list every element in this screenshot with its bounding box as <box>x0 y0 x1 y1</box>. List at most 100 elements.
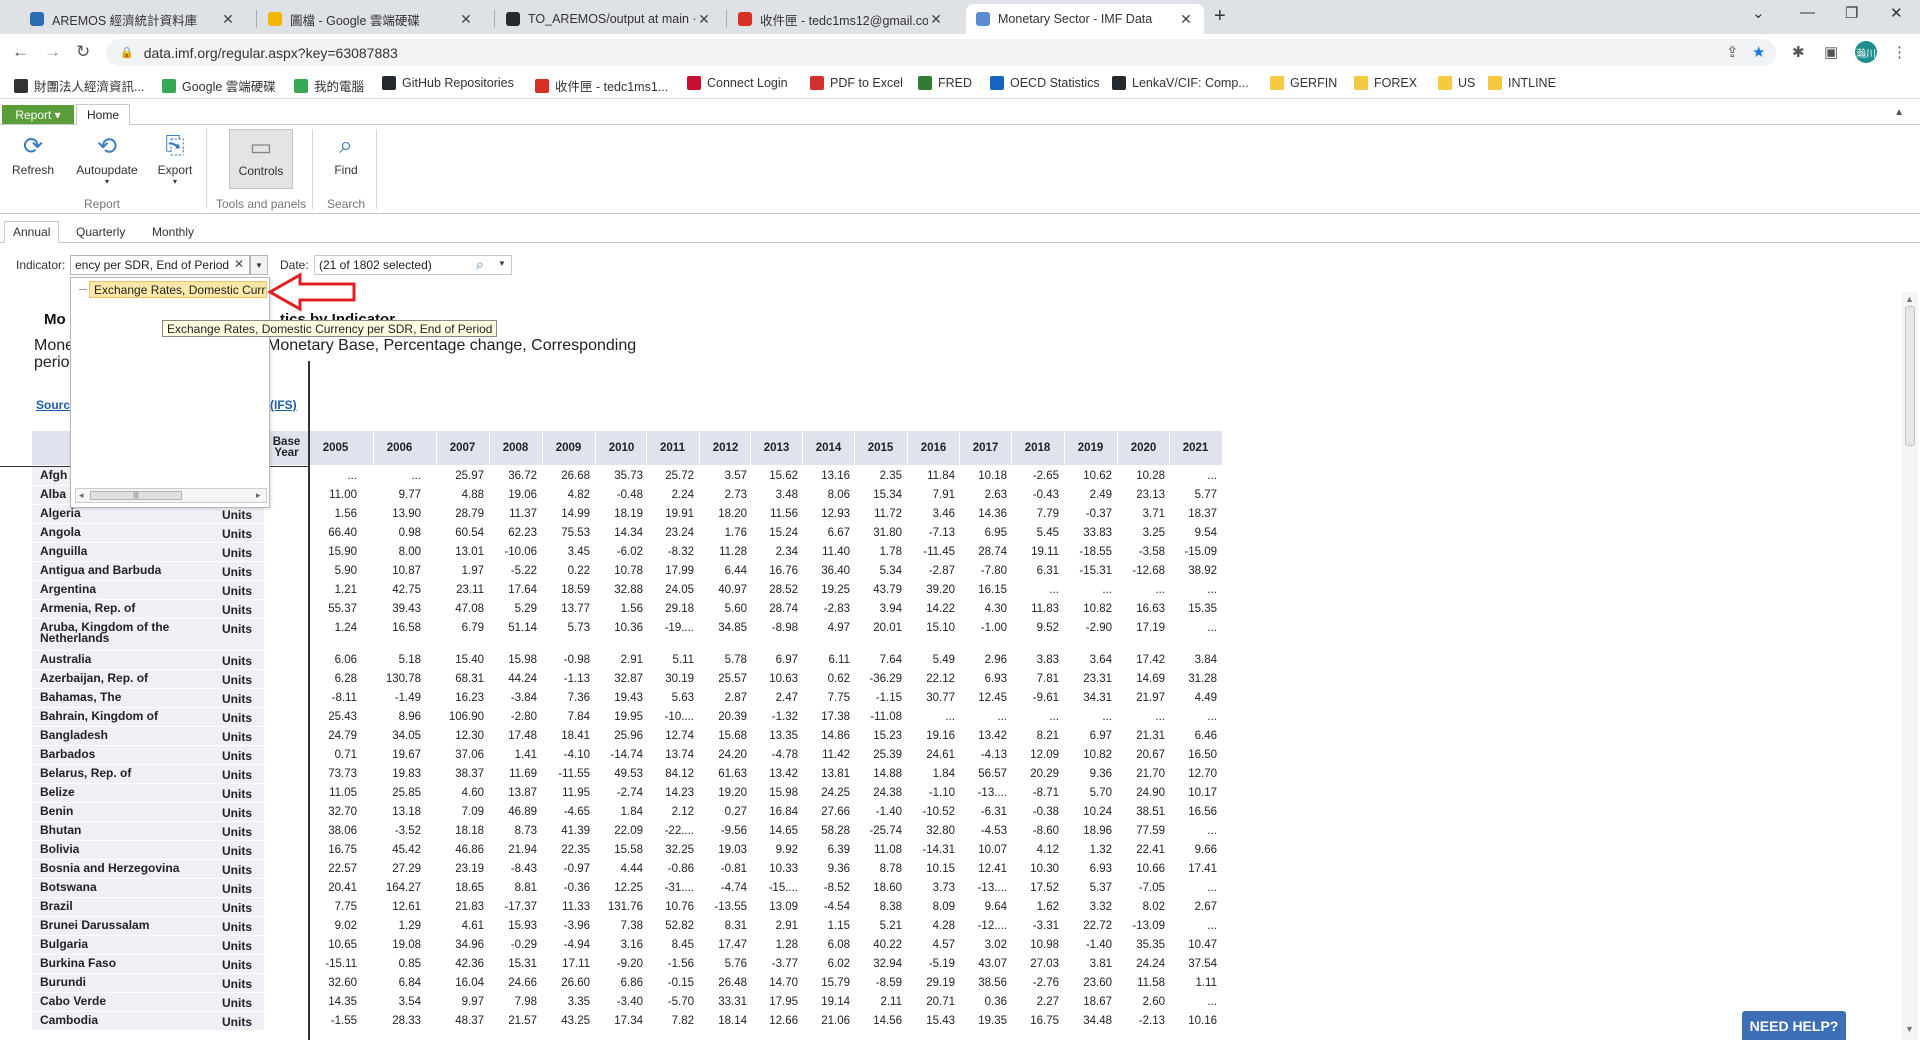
column-header-year[interactable]: 2005 <box>309 431 361 465</box>
bookmark-item[interactable]: LenkaV/CIF: Comp... <box>1112 76 1249 90</box>
scroll-down-icon[interactable]: ▼ <box>1905 1024 1914 1034</box>
value-cell[interactable]: 12.74 <box>646 730 694 742</box>
value-cell[interactable]: 35.73 <box>595 470 643 482</box>
value-cell[interactable]: 15.58 <box>595 844 643 856</box>
value-cell[interactable]: 43.07 <box>959 958 1007 970</box>
value-cell[interactable]: 1.32 <box>1064 844 1112 856</box>
tab-search-icon[interactable]: ⌄ <box>1752 4 1765 22</box>
country-name[interactable]: Bulgaria <box>40 938 215 950</box>
need-help-button[interactable]: NEED HELP? <box>1742 1011 1846 1040</box>
value-cell[interactable]: 20.71 <box>907 996 955 1008</box>
value-cell[interactable]: 22.72 <box>1064 920 1112 932</box>
value-cell[interactable]: 5.90 <box>309 565 357 577</box>
menu-icon[interactable]: ⋮ <box>1892 43 1907 61</box>
value-cell[interactable]: 24.79 <box>309 730 357 742</box>
value-cell[interactable]: 21.57 <box>489 1015 537 1027</box>
value-cell[interactable]: 7.38 <box>595 920 643 932</box>
value-cell[interactable]: 3.32 <box>1064 901 1112 913</box>
value-cell[interactable]: 6.02 <box>802 958 850 970</box>
value-cell[interactable]: 30.19 <box>646 673 694 685</box>
value-cell[interactable]: 43.79 <box>854 584 902 596</box>
value-cell[interactable]: 8.96 <box>373 711 421 723</box>
value-cell[interactable]: 3.46 <box>907 508 955 520</box>
bookmark-item[interactable]: PDF to Excel <box>810 76 903 90</box>
value-cell[interactable]: 16.84 <box>750 806 798 818</box>
bookmark-item[interactable]: US <box>1438 76 1475 90</box>
value-cell[interactable]: 40.97 <box>699 584 747 596</box>
value-cell[interactable]: -2.76 <box>1011 977 1059 989</box>
value-cell[interactable]: 5.11 <box>646 654 694 666</box>
column-header-year[interactable]: 2008 <box>489 431 541 465</box>
value-cell[interactable]: 36.40 <box>802 565 850 577</box>
value-cell[interactable]: 16.63 <box>1117 603 1165 615</box>
value-cell[interactable]: 18.65 <box>436 882 484 894</box>
value-cell[interactable]: 14.99 <box>542 508 590 520</box>
country-name[interactable]: Azerbaijan, Rep. of <box>40 672 215 684</box>
value-cell[interactable]: ... <box>1169 825 1217 837</box>
value-cell[interactable]: 7.09 <box>436 806 484 818</box>
value-cell[interactable]: 15.79 <box>802 977 850 989</box>
value-cell[interactable]: -4.13 <box>959 749 1007 761</box>
indicator-combobox[interactable]: ency per SDR, End of Period <box>70 255 250 275</box>
value-cell[interactable]: ... <box>1064 584 1112 596</box>
value-cell[interactable]: 3.94 <box>854 603 902 615</box>
value-cell[interactable]: 15.68 <box>699 730 747 742</box>
value-cell[interactable]: 15.98 <box>750 787 798 799</box>
value-cell[interactable]: 23.24 <box>646 527 694 539</box>
value-cell[interactable]: 0.62 <box>802 673 850 685</box>
value-cell[interactable]: 16.23 <box>436 692 484 704</box>
value-cell[interactable]: 32.80 <box>907 825 955 837</box>
value-cell[interactable]: 24.61 <box>907 749 955 761</box>
report-menu-button[interactable]: Report ▾ <box>2 105 74 124</box>
value-cell[interactable]: 0.27 <box>699 806 747 818</box>
value-cell[interactable]: 10.16 <box>1169 1015 1217 1027</box>
value-cell[interactable]: 18.96 <box>1064 825 1112 837</box>
value-cell[interactable]: -11.08 <box>854 711 902 723</box>
value-cell[interactable]: -15.31 <box>1064 565 1112 577</box>
value-cell[interactable]: 10.36 <box>595 622 643 634</box>
country-name[interactable]: Cambodia <box>40 1014 215 1026</box>
country-name[interactable]: Bahamas, The <box>40 691 215 703</box>
value-cell[interactable]: -2.80 <box>489 711 537 723</box>
value-cell[interactable]: 10.18 <box>959 470 1007 482</box>
value-cell[interactable]: 13.81 <box>802 768 850 780</box>
value-cell[interactable]: 4.82 <box>542 489 590 501</box>
value-cell[interactable]: 0.98 <box>373 527 421 539</box>
value-cell[interactable]: 13.87 <box>489 787 537 799</box>
value-cell[interactable]: 66.40 <box>309 527 357 539</box>
value-cell[interactable]: 28.52 <box>750 584 798 596</box>
value-cell[interactable]: 38.37 <box>436 768 484 780</box>
value-cell[interactable]: 1.84 <box>595 806 643 818</box>
value-cell[interactable]: 6.44 <box>699 565 747 577</box>
value-cell[interactable]: ... <box>959 711 1007 723</box>
value-cell[interactable]: 7.84 <box>542 711 590 723</box>
value-cell[interactable]: ... <box>1169 470 1217 482</box>
value-cell[interactable]: -11.55 <box>542 768 590 780</box>
value-cell[interactable]: 19.20 <box>699 787 747 799</box>
value-cell[interactable]: 21.70 <box>1117 768 1165 780</box>
value-cell[interactable]: 17.19 <box>1117 622 1165 634</box>
value-cell[interactable]: -8.60 <box>1011 825 1059 837</box>
value-cell[interactable]: -7.13 <box>907 527 955 539</box>
country-name[interactable]: Australia <box>40 653 215 665</box>
value-cell[interactable]: 11.58 <box>1117 977 1165 989</box>
value-cell[interactable]: -0.98 <box>542 654 590 666</box>
value-cell[interactable]: 29.19 <box>907 977 955 989</box>
value-cell[interactable]: -1.00 <box>959 622 1007 634</box>
value-cell[interactable]: 77.59 <box>1117 825 1165 837</box>
value-cell[interactable]: -25.74 <box>854 825 902 837</box>
value-cell[interactable]: -14.74 <box>595 749 643 761</box>
value-cell[interactable]: -12.68 <box>1117 565 1165 577</box>
value-cell[interactable]: -9.20 <box>595 958 643 970</box>
value-cell[interactable]: 22.57 <box>309 863 357 875</box>
value-cell[interactable]: 12.66 <box>750 1015 798 1027</box>
value-cell[interactable]: -15.09 <box>1169 546 1217 558</box>
value-cell[interactable]: 8.02 <box>1117 901 1165 913</box>
value-cell[interactable]: 26.60 <box>542 977 590 989</box>
value-cell[interactable]: -0.86 <box>646 863 694 875</box>
value-cell[interactable]: 3.64 <box>1064 654 1112 666</box>
column-header-year[interactable]: 2010 <box>595 431 647 465</box>
country-name[interactable]: Belize <box>40 786 215 798</box>
side-panel-icon[interactable]: ▣ <box>1824 43 1838 61</box>
value-cell[interactable]: 11.37 <box>489 508 537 520</box>
